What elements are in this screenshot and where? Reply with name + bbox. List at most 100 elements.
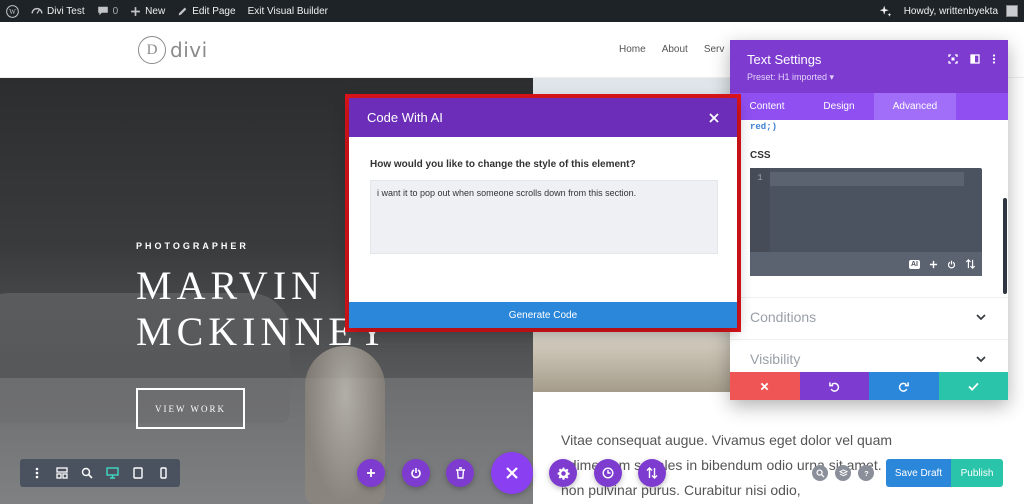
layers-icon[interactable] <box>835 465 851 481</box>
conditions-label: Conditions <box>750 309 817 325</box>
more-options-icon[interactable] <box>992 54 996 64</box>
publish-button[interactable]: Publish <box>951 459 1003 487</box>
visibility-toggle[interactable]: Visibility <box>750 351 986 367</box>
add-module-button[interactable] <box>357 459 385 487</box>
sort-arrows-icon <box>646 467 658 479</box>
site-logo[interactable]: D divi <box>138 36 208 64</box>
clock-icon <box>602 467 614 479</box>
hero-kicker: PHOTOGRAPHER <box>136 241 249 251</box>
check-icon <box>968 382 979 391</box>
panel-body: red;) CSS 1 AI Conditions Visibility <box>730 120 1008 372</box>
exit-visual-builder-label: Exit Visual Builder <box>247 5 328 17</box>
save-changes-button[interactable] <box>938 372 1008 400</box>
code-with-ai-modal: Code With AI How would you like to chang… <box>349 98 737 328</box>
visibility-label: Visibility <box>750 351 801 367</box>
sort-button[interactable] <box>638 459 666 487</box>
tab-design[interactable]: Design <box>804 93 874 120</box>
site-name: Divi Test <box>47 5 85 17</box>
dashboard-icon <box>31 7 43 14</box>
text-settings-panel: Text Settings Preset: H1 imported ▾ Cont… <box>730 40 1008 400</box>
close-builder-button[interactable] <box>491 452 533 494</box>
portability-button[interactable] <box>402 459 430 487</box>
delete-button[interactable] <box>446 459 474 487</box>
trash-icon <box>455 467 465 479</box>
zoom-icon[interactable] <box>77 463 97 483</box>
ai-sparkle-icon[interactable] <box>873 0 898 22</box>
conditions-toggle[interactable]: Conditions <box>750 309 986 325</box>
power-icon <box>411 468 421 479</box>
nav-about[interactable]: About <box>662 44 688 55</box>
chevron-down-icon <box>976 355 986 363</box>
discard-button[interactable] <box>730 372 800 400</box>
close-icon <box>760 382 769 390</box>
exit-visual-builder-link[interactable]: Exit Visual Builder <box>242 0 334 22</box>
active-code-line[interactable] <box>770 172 964 186</box>
builder-view-toolbar <box>20 459 180 487</box>
divider <box>730 339 1008 340</box>
panel-scrollbar[interactable] <box>1003 198 1007 294</box>
phone-view-icon[interactable] <box>153 463 173 483</box>
nav-services[interactable]: Serv <box>704 44 725 55</box>
save-draft-button[interactable]: Save Draft <box>886 459 951 487</box>
logo-text: divi <box>170 38 208 62</box>
plus-icon <box>367 469 375 477</box>
sort-arrows-icon[interactable] <box>965 259 976 269</box>
split-view-icon[interactable] <box>970 54 980 64</box>
new-label: New <box>145 5 166 17</box>
divider <box>730 297 1008 298</box>
nav-home[interactable]: Home <box>619 44 646 55</box>
view-work-button[interactable]: VIEW WORK <box>136 388 245 429</box>
gear-icon <box>557 467 570 480</box>
edit-page-label: Edit Page <box>192 5 236 17</box>
preset-selector[interactable]: Preset: H1 imported ▾ <box>747 72 991 83</box>
howdy-text: Howdy, writtenbyekta <box>903 5 998 17</box>
plus-icon[interactable] <box>929 260 938 269</box>
my-account-link[interactable]: Howdy, writtenbyekta <box>898 0 1024 22</box>
desktop-view-icon[interactable] <box>103 463 123 483</box>
undo-icon <box>828 381 839 392</box>
main-nav: Home About Serv <box>619 44 724 55</box>
menu-dots-icon[interactable] <box>27 463 47 483</box>
line-number: 1 <box>750 168 770 252</box>
modal-header: Code With AI <box>349 98 737 137</box>
site-name-link[interactable]: Divi Test <box>25 0 91 22</box>
prompt-question: How would you like to change the style o… <box>370 159 636 170</box>
edit-page-link[interactable]: Edit Page <box>171 0 241 22</box>
power-icon[interactable] <box>947 260 956 269</box>
modal-title: Code With AI <box>367 110 443 125</box>
close-icon <box>506 467 518 479</box>
search-icon[interactable] <box>812 465 828 481</box>
page-settings-button[interactable] <box>549 459 577 487</box>
comments-link[interactable]: 0 <box>91 0 125 22</box>
prompt-textarea[interactable]: i want it to pop out when someone scroll… <box>370 180 718 254</box>
history-button[interactable] <box>594 459 622 487</box>
generate-code-button[interactable]: Generate Code <box>349 302 737 328</box>
redo-icon <box>899 381 910 392</box>
wireframe-view-icon[interactable] <box>52 463 72 483</box>
new-content-link[interactable]: New <box>124 0 171 22</box>
redo-button[interactable] <box>869 372 939 400</box>
help-icon[interactable]: ? <box>858 465 874 481</box>
svg-text:W: W <box>9 8 16 16</box>
css-code-editor[interactable]: 1 AI <box>750 168 982 276</box>
tablet-view-icon[interactable] <box>128 463 148 483</box>
comments-count: 0 <box>112 5 119 17</box>
expand-icon[interactable] <box>948 54 958 64</box>
pencil-icon <box>178 7 187 15</box>
logo-mark: D <box>138 36 166 64</box>
avatar <box>1006 5 1018 17</box>
panel-footer <box>730 372 1008 400</box>
css-editor-toolbar: AI <box>750 252 982 276</box>
css-label: CSS <box>750 150 771 161</box>
undo-button[interactable] <box>799 372 869 400</box>
wp-admin-bar: W Divi Test 0 New Edit Page Exit Visual … <box>0 0 1024 22</box>
comment-icon <box>97 6 108 16</box>
code-snippet: red;) <box>750 122 778 132</box>
wordpress-logo-icon[interactable]: W <box>0 0 25 22</box>
close-icon[interactable] <box>709 112 719 123</box>
chevron-down-icon <box>976 313 986 321</box>
ai-button[interactable]: AI <box>909 259 920 269</box>
svg-text:?: ? <box>864 469 868 478</box>
tab-content[interactable]: Content <box>730 93 804 120</box>
tab-advanced[interactable]: Advanced <box>874 93 956 120</box>
